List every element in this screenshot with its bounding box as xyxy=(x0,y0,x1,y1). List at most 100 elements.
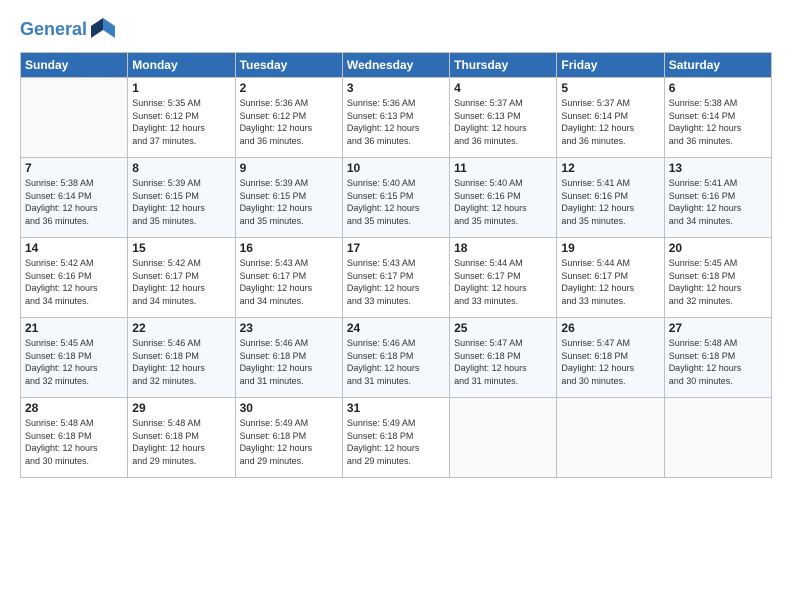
day-info: Sunrise: 5:49 AM Sunset: 6:18 PM Dayligh… xyxy=(347,417,445,467)
day-number: 19 xyxy=(561,241,659,255)
day-number: 23 xyxy=(240,321,338,335)
day-info: Sunrise: 5:41 AM Sunset: 6:16 PM Dayligh… xyxy=(669,177,767,227)
day-number: 27 xyxy=(669,321,767,335)
calendar-cell: 29Sunrise: 5:48 AM Sunset: 6:18 PM Dayli… xyxy=(128,398,235,478)
day-info: Sunrise: 5:42 AM Sunset: 6:16 PM Dayligh… xyxy=(25,257,123,307)
logo-text: General xyxy=(20,20,87,40)
day-number: 2 xyxy=(240,81,338,95)
day-info: Sunrise: 5:36 AM Sunset: 6:12 PM Dayligh… xyxy=(240,97,338,147)
page: General SundayMondayTuesdayWednesdayThur… xyxy=(0,0,792,612)
calendar-cell: 15 Sunrise: 5:42 AM Sunset: 6:17 PM Dayli… xyxy=(128,238,235,318)
day-number: 22 xyxy=(132,321,230,335)
calendar-cell: 22 Sunrise: 5:46 AM Sunset: 6:18 PM Dayli… xyxy=(128,318,235,398)
calendar-cell: 20 Sunrise: 5:45 AM Sunset: 6:18 PM Dayli… xyxy=(664,238,771,318)
day-info: Sunrise: 5:43 AM Sunset: 6:17 PM Dayligh… xyxy=(347,257,445,307)
calendar-cell: 9 Sunrise: 5:39 AM Sunset: 6:15 PM Daylig… xyxy=(235,158,342,238)
calendar-cell xyxy=(664,398,771,478)
day-number: 5 xyxy=(561,81,659,95)
day-number: 9 xyxy=(240,161,338,175)
day-number: 14 xyxy=(25,241,123,255)
calendar-cell: 26 Sunrise: 5:47 AM Sunset: 6:18 PM Dayli… xyxy=(557,318,664,398)
day-number: 20 xyxy=(669,241,767,255)
day-info: Sunrise: 5:42 AM Sunset: 6:17 PM Dayligh… xyxy=(132,257,230,307)
calendar-cell: 27 Sunrise: 5:48 AM Sunset: 6:18 PM Dayli… xyxy=(664,318,771,398)
day-info: Sunrise: 5:39 AM Sunset: 6:15 PM Dayligh… xyxy=(240,177,338,227)
day-number: 16 xyxy=(240,241,338,255)
calendar-header-tuesday: Tuesday xyxy=(235,53,342,78)
calendar-cell: 18 Sunrise: 5:44 AM Sunset: 6:17 PM Dayli… xyxy=(450,238,557,318)
day-info: Sunrise: 5:49 AM Sunset: 6:18 PM Dayligh… xyxy=(240,417,338,467)
calendar-table: SundayMondayTuesdayWednesdayThursdayFrid… xyxy=(20,52,772,478)
calendar-cell: 6Sunrise: 5:38 AM Sunset: 6:14 PM Daylig… xyxy=(664,78,771,158)
calendar-header-monday: Monday xyxy=(128,53,235,78)
calendar-cell xyxy=(21,78,128,158)
day-info: Sunrise: 5:40 AM Sunset: 6:15 PM Dayligh… xyxy=(347,177,445,227)
day-info: Sunrise: 5:36 AM Sunset: 6:13 PM Dayligh… xyxy=(347,97,445,147)
calendar-header-sunday: Sunday xyxy=(21,53,128,78)
day-info: Sunrise: 5:47 AM Sunset: 6:18 PM Dayligh… xyxy=(561,337,659,387)
day-number: 25 xyxy=(454,321,552,335)
day-number: 7 xyxy=(25,161,123,175)
calendar-cell: 8Sunrise: 5:39 AM Sunset: 6:15 PM Daylig… xyxy=(128,158,235,238)
calendar-cell: 1 Sunrise: 5:35 AM Sunset: 6:12 PM Daylig… xyxy=(128,78,235,158)
day-number: 4 xyxy=(454,81,552,95)
calendar-cell: 31 Sunrise: 5:49 AM Sunset: 6:18 PM Dayli… xyxy=(342,398,449,478)
calendar-cell: 24 Sunrise: 5:46 AM Sunset: 6:18 PM Dayli… xyxy=(342,318,449,398)
calendar-cell: 11 Sunrise: 5:40 AM Sunset: 6:16 PM Dayli… xyxy=(450,158,557,238)
calendar-cell: 25 Sunrise: 5:47 AM Sunset: 6:18 PM Dayli… xyxy=(450,318,557,398)
day-info: Sunrise: 5:39 AM Sunset: 6:15 PM Dayligh… xyxy=(132,177,230,227)
day-number: 10 xyxy=(347,161,445,175)
day-info: Sunrise: 5:48 AM Sunset: 6:18 PM Dayligh… xyxy=(25,417,123,467)
calendar-cell: 21Sunrise: 5:45 AM Sunset: 6:18 PM Dayli… xyxy=(21,318,128,398)
calendar-cell: 28Sunrise: 5:48 AM Sunset: 6:18 PM Dayli… xyxy=(21,398,128,478)
header-row: General xyxy=(20,16,772,44)
calendar-cell: 4Sunrise: 5:37 AM Sunset: 6:13 PM Daylig… xyxy=(450,78,557,158)
calendar-cell: 14 Sunrise: 5:42 AM Sunset: 6:16 PM Dayli… xyxy=(21,238,128,318)
calendar-cell: 3 Sunrise: 5:36 AM Sunset: 6:13 PM Daylig… xyxy=(342,78,449,158)
calendar-cell xyxy=(557,398,664,478)
calendar-cell: 16Sunrise: 5:43 AM Sunset: 6:17 PM Dayli… xyxy=(235,238,342,318)
calendar-header-saturday: Saturday xyxy=(664,53,771,78)
day-info: Sunrise: 5:37 AM Sunset: 6:14 PM Dayligh… xyxy=(561,97,659,147)
day-number: 1 xyxy=(132,81,230,95)
day-number: 12 xyxy=(561,161,659,175)
day-info: Sunrise: 5:46 AM Sunset: 6:18 PM Dayligh… xyxy=(347,337,445,387)
day-info: Sunrise: 5:44 AM Sunset: 6:17 PM Dayligh… xyxy=(561,257,659,307)
day-number: 24 xyxy=(347,321,445,335)
day-number: 18 xyxy=(454,241,552,255)
day-number: 15 xyxy=(132,241,230,255)
day-info: Sunrise: 5:45 AM Sunset: 6:18 PM Dayligh… xyxy=(669,257,767,307)
calendar-header-wednesday: Wednesday xyxy=(342,53,449,78)
logo-icon xyxy=(89,16,117,44)
day-number: 26 xyxy=(561,321,659,335)
day-number: 6 xyxy=(669,81,767,95)
day-info: Sunrise: 5:40 AM Sunset: 6:16 PM Dayligh… xyxy=(454,177,552,227)
calendar-header-row: SundayMondayTuesdayWednesdayThursdayFrid… xyxy=(21,53,772,78)
day-number: 13 xyxy=(669,161,767,175)
day-info: Sunrise: 5:46 AM Sunset: 6:18 PM Dayligh… xyxy=(132,337,230,387)
calendar-week-row: 21Sunrise: 5:45 AM Sunset: 6:18 PM Dayli… xyxy=(21,318,772,398)
calendar-cell: 30Sunrise: 5:49 AM Sunset: 6:18 PM Dayli… xyxy=(235,398,342,478)
calendar-cell: 13 Sunrise: 5:41 AM Sunset: 6:16 PM Dayli… xyxy=(664,158,771,238)
calendar-header-friday: Friday xyxy=(557,53,664,78)
day-info: Sunrise: 5:48 AM Sunset: 6:18 PM Dayligh… xyxy=(669,337,767,387)
calendar-week-row: 7 Sunrise: 5:38 AM Sunset: 6:14 PM Daylig… xyxy=(21,158,772,238)
day-number: 21 xyxy=(25,321,123,335)
day-info: Sunrise: 5:41 AM Sunset: 6:16 PM Dayligh… xyxy=(561,177,659,227)
day-info: Sunrise: 5:44 AM Sunset: 6:17 PM Dayligh… xyxy=(454,257,552,307)
day-info: Sunrise: 5:48 AM Sunset: 6:18 PM Dayligh… xyxy=(132,417,230,467)
day-number: 11 xyxy=(454,161,552,175)
day-number: 3 xyxy=(347,81,445,95)
day-info: Sunrise: 5:47 AM Sunset: 6:18 PM Dayligh… xyxy=(454,337,552,387)
day-number: 17 xyxy=(347,241,445,255)
day-info: Sunrise: 5:46 AM Sunset: 6:18 PM Dayligh… xyxy=(240,337,338,387)
calendar-week-row: 14 Sunrise: 5:42 AM Sunset: 6:16 PM Dayli… xyxy=(21,238,772,318)
calendar-cell: 17 Sunrise: 5:43 AM Sunset: 6:17 PM Dayli… xyxy=(342,238,449,318)
calendar-cell xyxy=(450,398,557,478)
calendar-cell: 5 Sunrise: 5:37 AM Sunset: 6:14 PM Daylig… xyxy=(557,78,664,158)
day-number: 31 xyxy=(347,401,445,415)
calendar-week-row: 28Sunrise: 5:48 AM Sunset: 6:18 PM Dayli… xyxy=(21,398,772,478)
day-info: Sunrise: 5:35 AM Sunset: 6:12 PM Dayligh… xyxy=(132,97,230,147)
calendar-cell: 7 Sunrise: 5:38 AM Sunset: 6:14 PM Daylig… xyxy=(21,158,128,238)
day-info: Sunrise: 5:38 AM Sunset: 6:14 PM Dayligh… xyxy=(25,177,123,227)
